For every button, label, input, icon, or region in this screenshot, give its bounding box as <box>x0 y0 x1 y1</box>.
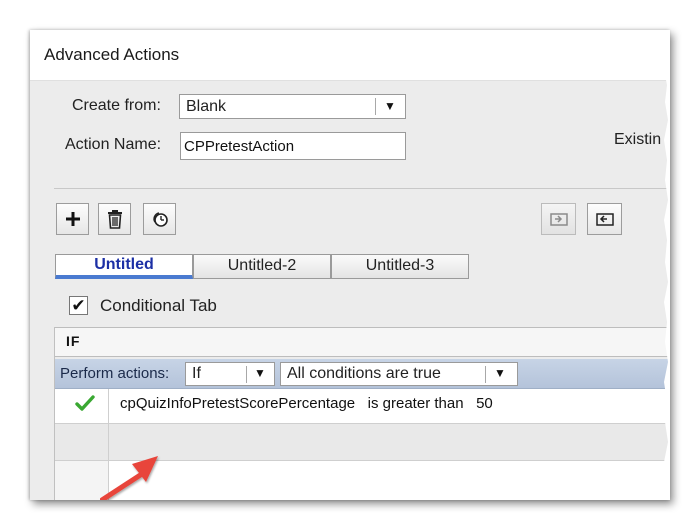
action-name-label: Action Name: <box>65 136 162 153</box>
torn-edge <box>664 30 670 500</box>
advanced-actions-dialog: Advanced Actions Create from: Blank ▼ Ac… <box>30 30 670 500</box>
green-check-icon <box>75 395 95 411</box>
perform-actions-label: Perform actions: <box>60 365 170 382</box>
create-from-value: Blank <box>186 98 227 115</box>
condition-value: 50 <box>476 395 493 412</box>
window-title: Advanced Actions <box>44 45 180 64</box>
create-from-label: Create from: <box>72 97 161 114</box>
condition-mode-select[interactable]: All conditions are true ▼ <box>280 362 518 386</box>
perform-mode-value: If <box>192 365 201 382</box>
action-name-input[interactable] <box>181 133 405 159</box>
plus-icon <box>65 212 80 226</box>
add-action-button[interactable] <box>56 203 89 235</box>
perform-actions-row: Perform actions: If ▼ All conditions are… <box>55 359 670 389</box>
create-from-select[interactable]: Blank ▼ <box>179 94 406 119</box>
if-header-label: IF <box>66 333 81 349</box>
duplicate-icon <box>152 212 168 227</box>
action-name-field[interactable] <box>180 132 406 160</box>
export-icon <box>595 213 614 226</box>
duplicate-action-button[interactable] <box>143 203 176 235</box>
existing-actions-label: Existin <box>614 131 662 148</box>
conditional-tab-label: Conditional Tab <box>100 296 217 315</box>
if-header: IF <box>55 327 670 357</box>
condition-mode-value: All conditions are true <box>287 365 441 382</box>
chevron-down-icon: ▼ <box>254 366 266 380</box>
tab-untitled[interactable]: Untitled <box>55 254 193 279</box>
divider <box>54 188 670 189</box>
conditional-tab-checkbox[interactable]: ✔ <box>69 296 88 315</box>
perform-mode-select[interactable]: If ▼ <box>185 362 275 386</box>
chevron-down-icon: ▼ <box>384 99 396 113</box>
delete-action-button[interactable] <box>98 203 131 235</box>
condition-row[interactable]: cpQuizInfoPretestScorePercentage is grea… <box>55 389 670 424</box>
export-button[interactable] <box>587 203 622 235</box>
chevron-down-icon: ▼ <box>494 366 506 380</box>
annotation-arrow <box>100 456 158 500</box>
tab-untitled-3[interactable]: Untitled-3 <box>331 254 469 279</box>
trash-icon <box>107 210 122 229</box>
condition-operator: is greater than <box>367 395 464 412</box>
import-icon <box>549 213 568 226</box>
title-bar: Advanced Actions <box>30 30 670 81</box>
import-button[interactable] <box>541 203 576 235</box>
tab-untitled-2[interactable]: Untitled-2 <box>193 254 331 279</box>
condition-variable: cpQuizInfoPretestScorePercentage <box>120 395 356 412</box>
